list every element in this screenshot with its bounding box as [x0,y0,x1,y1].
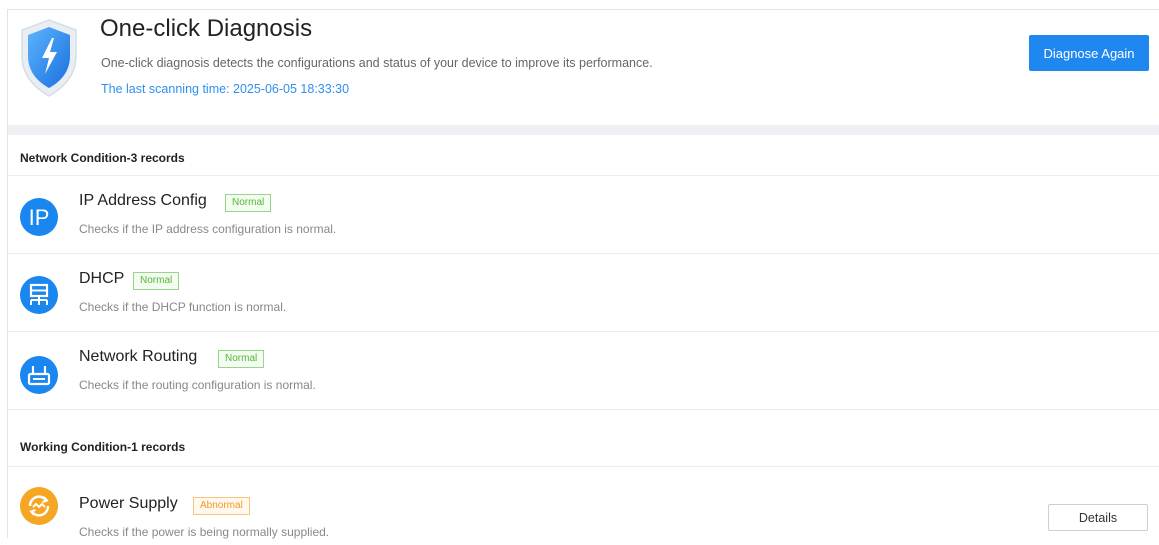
svg-text:IP: IP [29,205,50,230]
status-badge: Normal [133,272,180,290]
section-header-working: Working Condition-1 records [8,410,1159,467]
page-description: One-click diagnosis detects the configur… [101,56,653,70]
shield-lightning-icon [16,16,82,100]
section-divider [8,125,1159,135]
dhcp-network-icon [20,276,58,314]
status-badge: Abnormal [193,497,250,515]
page-title: One-click Diagnosis [100,15,313,42]
section-header-network: Network Condition-3 records [8,135,1159,176]
status-badge: Normal [225,194,272,212]
item-name: IP Address Config [79,192,207,209]
item-name: Network Routing [79,348,198,365]
list-item-power-supply: Power Supply Abnormal Checks if the powe… [8,467,1159,545]
power-supply-icon [20,487,58,525]
list-item-network-routing: Network Routing Normal Checks if the rou… [8,332,1159,410]
section-title: Working Condition-1 records [20,440,186,454]
item-description: Checks if the power is being normally su… [79,525,330,539]
item-name: DHCP [79,270,125,287]
diagnosis-header: One-click Diagnosis One-click diagnosis … [8,10,1159,125]
section-title: Network Condition-3 records [20,151,185,165]
item-name: Power Supply [79,495,178,512]
last-scan-time: The last scanning time: 2025-06-05 18:33… [101,82,350,96]
router-icon [20,356,58,394]
item-description: Checks if the DHCP function is normal. [79,300,287,314]
ip-icon: IP [20,198,58,236]
details-button[interactable]: Details [1048,504,1148,531]
diagnosis-panel: One-click Diagnosis One-click diagnosis … [7,9,1159,539]
diagnose-again-button[interactable]: Diagnose Again [1029,35,1149,71]
status-badge: Normal [218,350,265,368]
list-item-dhcp: DHCP Normal Checks if the DHCP function … [8,254,1159,332]
list-item-ip-address-config: IP IP Address Config Normal Checks if th… [8,176,1159,254]
item-description: Checks if the routing configuration is n… [79,378,316,392]
item-description: Checks if the IP address configuration i… [79,222,337,236]
